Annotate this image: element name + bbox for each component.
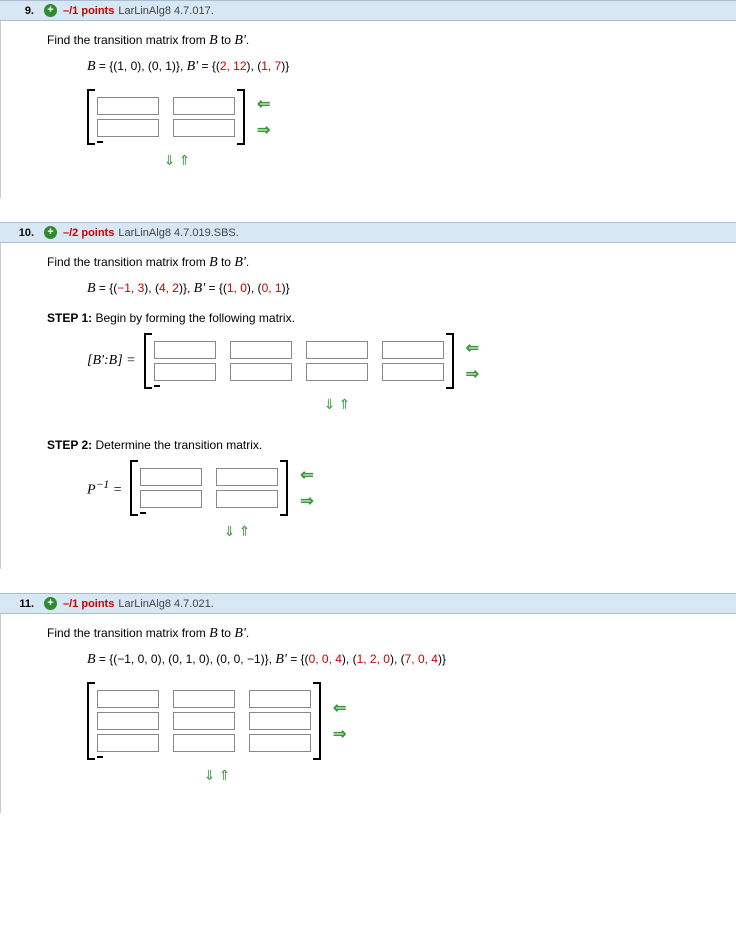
matrix-cell[interactable]: [216, 468, 278, 486]
question-number: 10.: [6, 227, 34, 239]
add-col-icon[interactable]: ⇒: [257, 120, 270, 140]
matrix-cell[interactable]: [173, 690, 235, 708]
matrix-cell[interactable]: [173, 97, 235, 115]
matrix-input-2x2: ⇐ ⇒: [87, 89, 726, 145]
matrix-cell[interactable]: [173, 119, 235, 137]
matrix-cell[interactable]: [230, 363, 292, 381]
remove-col-icon[interactable]: ⇐: [333, 698, 346, 718]
matrix-cell[interactable]: [216, 490, 278, 508]
row-controls: ⇓ ⇑: [87, 768, 347, 783]
add-row-icon[interactable]: ⇓: [204, 767, 216, 783]
prompt: Find the transition matrix from B to B'.: [47, 33, 726, 49]
expand-icon[interactable]: +: [44, 4, 57, 17]
matrix-cell[interactable]: [154, 363, 216, 381]
expand-icon[interactable]: +: [44, 226, 57, 239]
matrix-cell[interactable]: [382, 341, 444, 359]
remove-col-icon[interactable]: ⇐: [257, 94, 270, 114]
matrix-cell[interactable]: [382, 363, 444, 381]
matrix-input-3x3: ⇐ ⇒: [87, 682, 726, 760]
matrix-cell[interactable]: [140, 490, 202, 508]
step1-label: STEP 1: Begin by forming the following m…: [47, 311, 726, 325]
add-col-icon[interactable]: ⇒: [333, 724, 346, 744]
remove-col-icon[interactable]: ⇐: [300, 465, 313, 485]
matrix-cell[interactable]: [249, 712, 311, 730]
question-number: 9.: [6, 5, 34, 17]
matrix-cell[interactable]: [97, 734, 159, 752]
add-col-icon[interactable]: ⇒: [300, 491, 313, 511]
row-controls: ⇓ ⇑: [157, 397, 517, 412]
add-row-icon[interactable]: ⇓: [164, 152, 176, 168]
points-label: –/2 points: [63, 227, 114, 239]
basis-definition: B = {(−1, 0, 0), (0, 1, 0), (0, 0, −1)},…: [87, 652, 726, 668]
matrix-input-2x4: [B':B] = ⇐ ⇒: [87, 333, 726, 389]
matrix-cell[interactable]: [97, 97, 159, 115]
remove-col-icon[interactable]: ⇐: [466, 338, 479, 358]
remove-row-icon[interactable]: ⇑: [179, 152, 191, 168]
basis-definition: B = {(−1, 3), (4, 2)}, B' = {(1, 0), (0,…: [87, 281, 726, 297]
prompt: Find the transition matrix from B to B'.: [47, 626, 726, 642]
matrix-cell[interactable]: [173, 734, 235, 752]
question-header-11: 11. + –/1 points LarLinAlg8 4.7.021.: [0, 593, 736, 614]
matrix-brackets: [87, 682, 321, 760]
row-controls: ⇓ ⇑: [87, 153, 267, 168]
matrix-cell[interactable]: [154, 341, 216, 359]
matrix-lhs-label: [B':B] =: [87, 353, 136, 369]
question-body-9: Find the transition matrix from B to B'.…: [0, 21, 736, 198]
matrix-cell[interactable]: [306, 341, 368, 359]
matrix-cell[interactable]: [306, 363, 368, 381]
matrix-cell[interactable]: [97, 119, 159, 137]
prompt: Find the transition matrix from B to B'.: [47, 255, 726, 271]
remove-row-icon[interactable]: ⇑: [339, 396, 351, 412]
question-number: 11.: [6, 598, 34, 610]
matrix-brackets: [144, 333, 454, 389]
matrix-cell[interactable]: [140, 468, 202, 486]
matrix-brackets: [87, 89, 245, 145]
question-body-11: Find the transition matrix from B to B'.…: [0, 614, 736, 813]
matrix-cell[interactable]: [97, 690, 159, 708]
matrix-cell[interactable]: [230, 341, 292, 359]
question-header-9: 9. + –/1 points LarLinAlg8 4.7.017.: [0, 0, 736, 21]
remove-row-icon[interactable]: ⇑: [219, 767, 231, 783]
remove-row-icon[interactable]: ⇑: [239, 523, 251, 539]
matrix-cell[interactable]: [173, 712, 235, 730]
step2-label: STEP 2: Determine the transition matrix.: [47, 438, 726, 452]
add-row-icon[interactable]: ⇓: [224, 523, 236, 539]
row-controls: ⇓ ⇑: [147, 524, 327, 539]
reference-label: LarLinAlg8 4.7.019.SBS.: [118, 227, 238, 239]
add-col-icon[interactable]: ⇒: [466, 364, 479, 384]
add-row-icon[interactable]: ⇓: [324, 396, 336, 412]
points-label: –/1 points: [63, 598, 114, 610]
question-body-10: Find the transition matrix from B to B'.…: [0, 243, 736, 569]
basis-definition: B = {(1, 0), (0, 1)}, B' = {(2, 12), (1,…: [87, 59, 726, 75]
expand-icon[interactable]: +: [44, 597, 57, 610]
reference-label: LarLinAlg8 4.7.017.: [118, 5, 213, 17]
matrix-cell[interactable]: [249, 734, 311, 752]
matrix-cell[interactable]: [97, 712, 159, 730]
matrix-cell[interactable]: [249, 690, 311, 708]
matrix-input-p-inverse: P−1 = ⇐ ⇒: [87, 460, 726, 516]
reference-label: LarLinAlg8 4.7.021.: [118, 598, 213, 610]
points-label: –/1 points: [63, 5, 114, 17]
question-header-10: 10. + –/2 points LarLinAlg8 4.7.019.SBS.: [0, 222, 736, 243]
matrix-lhs-label: P−1 =: [87, 478, 122, 499]
matrix-brackets: [130, 460, 288, 516]
